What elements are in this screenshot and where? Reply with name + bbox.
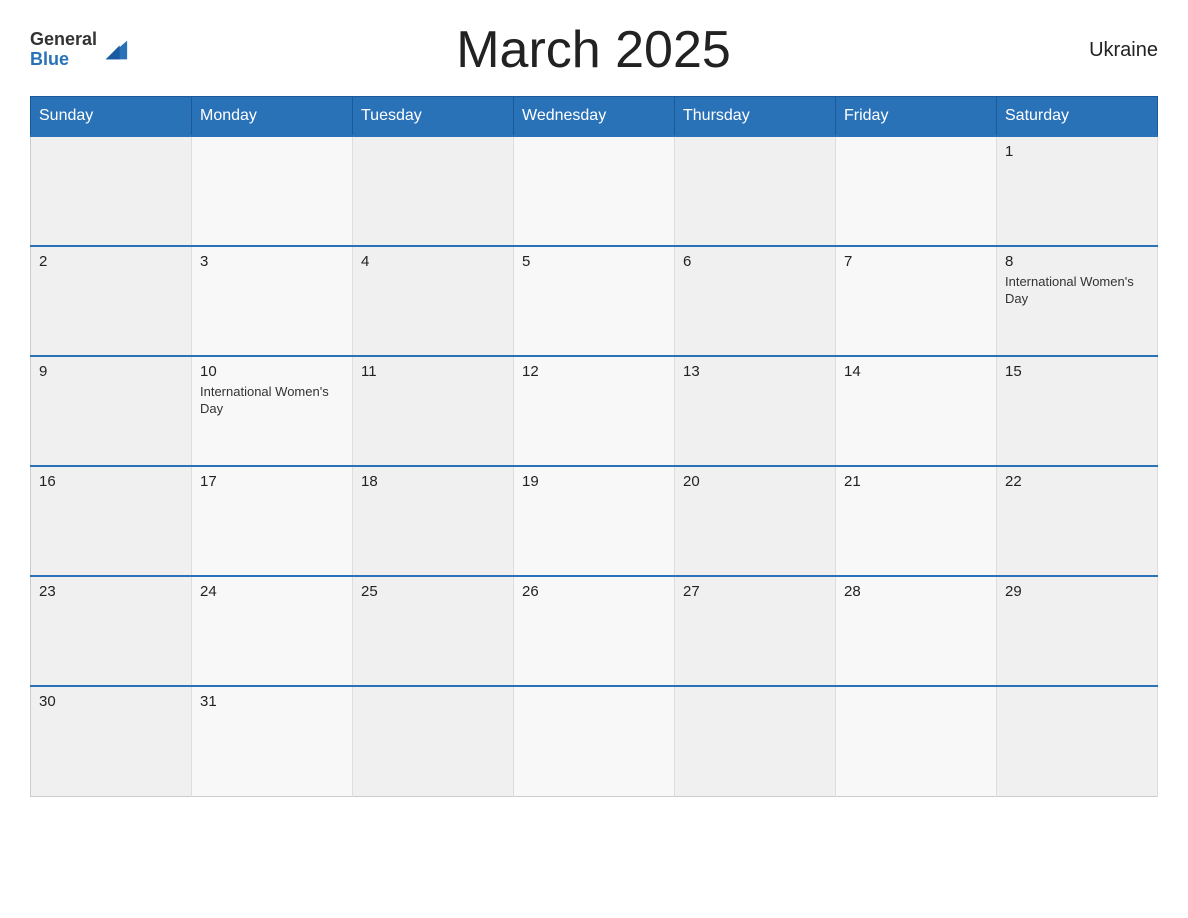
calendar-cell-w4-d6: 29: [997, 576, 1158, 686]
calendar-cell-w3-d2: 18: [353, 466, 514, 576]
week-row-0: 1: [31, 136, 1158, 246]
week-row-1: 2345678 International Women's Day: [31, 246, 1158, 356]
page: General Blue March 2025 Ukraine Sunday M…: [0, 0, 1188, 918]
calendar-cell-w3-d6: 22: [997, 466, 1158, 576]
calendar-cell-w1-d5: 7: [836, 246, 997, 356]
calendar-cell-w5-d0: 30: [31, 686, 192, 796]
calendar-cell-w2-d3: 12: [514, 356, 675, 466]
days-header-row: Sunday Monday Tuesday Wednesday Thursday…: [31, 97, 1158, 137]
calendar-cell-w5-d5: [836, 686, 997, 796]
header-sunday: Sunday: [31, 97, 192, 137]
calendar-cell-w2-d4: 13: [675, 356, 836, 466]
calendar-cell-w4-d4: 27: [675, 576, 836, 686]
header: General Blue March 2025 Ukraine: [30, 20, 1158, 80]
calendar-cell-w1-d2: 4: [353, 246, 514, 356]
day-number: 22: [1005, 473, 1149, 490]
event-label: International Women's Day: [200, 384, 344, 418]
logo-blue: Blue: [30, 50, 97, 70]
day-number: 3: [200, 253, 344, 270]
day-number: 19: [522, 473, 666, 490]
day-number: 26: [522, 583, 666, 600]
calendar-cell-w0-d4: [675, 136, 836, 246]
day-number: 27: [683, 583, 827, 600]
day-number: 13: [683, 363, 827, 380]
header-monday: Monday: [192, 97, 353, 137]
header-tuesday: Tuesday: [353, 97, 514, 137]
day-number: 7: [844, 253, 988, 270]
calendar-cell-w5-d6: [997, 686, 1158, 796]
calendar-cell-w2-d5: 14: [836, 356, 997, 466]
day-number: 15: [1005, 363, 1149, 380]
day-number: 23: [39, 583, 183, 600]
day-number: 30: [39, 693, 183, 710]
calendar-cell-w3-d0: 16: [31, 466, 192, 576]
calendar-cell-w4-d0: 23: [31, 576, 192, 686]
day-number: 9: [39, 363, 183, 380]
calendar-cell-w1-d6: 8 International Women's Day: [997, 246, 1158, 356]
day-number: 24: [200, 583, 344, 600]
day-number: 17: [200, 473, 344, 490]
calendar-cell-w1-d3: 5: [514, 246, 675, 356]
day-number: 6: [683, 253, 827, 270]
logo-triangle-icon: [101, 36, 129, 64]
day-number: 31: [200, 693, 344, 710]
week-row-2: 9 10 International Women's Day 11 12 13 14 15: [31, 356, 1158, 466]
country-label: Ukraine: [1058, 39, 1158, 62]
calendar-cell-w3-d3: 19: [514, 466, 675, 576]
day-number: 18: [361, 473, 505, 490]
day-number: 20: [683, 473, 827, 490]
calendar-cell-w2-d2: 11: [353, 356, 514, 466]
week-row-4: 23 24 25 26 27 28 29: [31, 576, 1158, 686]
calendar-cell-w2-d1: 10 International Women's Day: [192, 356, 353, 466]
calendar-cell-w1-d4: 6: [675, 246, 836, 356]
calendar-cell-w2-d0: 9: [31, 356, 192, 466]
day-number: 2: [39, 253, 183, 270]
day-number: 21: [844, 473, 988, 490]
calendar-cell-w3-d4: 20: [675, 466, 836, 576]
day-number: 8: [1005, 253, 1149, 270]
calendar-cell-w4-d1: 24: [192, 576, 353, 686]
calendar: Sunday Monday Tuesday Wednesday Thursday…: [30, 96, 1158, 797]
calendar-cell-w0-d2: [353, 136, 514, 246]
week-row-3: 16 17 18 19 20 21 22: [31, 466, 1158, 576]
calendar-cell-w0-d0: [31, 136, 192, 246]
calendar-cell-w0-d5: [836, 136, 997, 246]
logo: General Blue: [30, 30, 129, 70]
calendar-cell-w4-d3: 26: [514, 576, 675, 686]
month-title: March 2025: [129, 20, 1058, 80]
day-number: 28: [844, 583, 988, 600]
calendar-cell-w2-d6: 15: [997, 356, 1158, 466]
calendar-cell-w4-d5: 28: [836, 576, 997, 686]
calendar-cell-w5-d1: 31: [192, 686, 353, 796]
day-number: 1: [1005, 143, 1149, 160]
calendar-cell-w5-d3: [514, 686, 675, 796]
week-row-5: 30 31: [31, 686, 1158, 796]
day-number: 11: [361, 363, 505, 380]
day-number: 16: [39, 473, 183, 490]
calendar-cell-w3-d1: 17: [192, 466, 353, 576]
day-number: 4: [361, 253, 505, 270]
day-number: 5: [522, 253, 666, 270]
event-label: International Women's Day: [1005, 274, 1149, 308]
header-wednesday: Wednesday: [514, 97, 675, 137]
calendar-cell-w0-d1: [192, 136, 353, 246]
day-number: 25: [361, 583, 505, 600]
header-thursday: Thursday: [675, 97, 836, 137]
calendar-cell-w0-d3: [514, 136, 675, 246]
calendar-cell-w1-d1: 3: [192, 246, 353, 356]
header-friday: Friday: [836, 97, 997, 137]
logo-text: General Blue: [30, 30, 97, 70]
calendar-cell-w5-d4: [675, 686, 836, 796]
calendar-cell-w4-d2: 25: [353, 576, 514, 686]
header-saturday: Saturday: [997, 97, 1158, 137]
day-number: 14: [844, 363, 988, 380]
logo-general: General: [30, 30, 97, 50]
day-number: 29: [1005, 583, 1149, 600]
calendar-cell-w3-d5: 21: [836, 466, 997, 576]
calendar-cell-w1-d0: 2: [31, 246, 192, 356]
calendar-cell-w0-d6: 1: [997, 136, 1158, 246]
day-number: 10: [200, 363, 344, 380]
day-number: 12: [522, 363, 666, 380]
calendar-cell-w5-d2: [353, 686, 514, 796]
